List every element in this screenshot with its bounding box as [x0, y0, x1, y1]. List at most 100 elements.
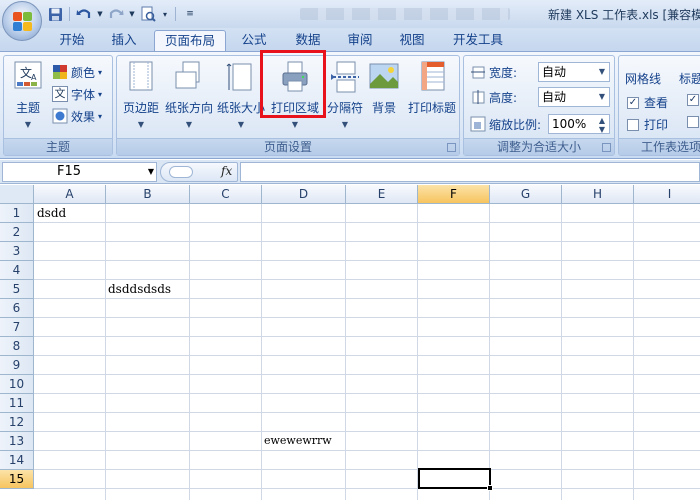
column-header-c[interactable]: C	[190, 185, 262, 204]
tab-home[interactable]: 开始	[52, 30, 92, 52]
ribbon: 文A 主题 ▼ 颜色 ▾ 文 字体 ▾ 效果 ▾ 主题 页边距 ▼ 纸张方向 ▼…	[0, 51, 700, 159]
toolbar-separator	[175, 7, 176, 21]
height-label-row: 高度:	[470, 87, 517, 107]
row-header-14[interactable]: 14	[0, 451, 34, 470]
gridlines-print-label: 打印	[644, 118, 669, 132]
customize-more-icon[interactable]: ≡	[181, 5, 199, 23]
scale-group-label: 调整为合适大小	[464, 138, 614, 155]
column-header-a[interactable]: A	[34, 185, 106, 204]
tab-formulas[interactable]: 公式	[234, 30, 274, 52]
gridline	[633, 204, 634, 500]
scale-launcher-icon[interactable]	[602, 143, 611, 152]
gridline	[34, 279, 700, 280]
row-header-10[interactable]: 10	[0, 375, 34, 394]
gridline	[261, 204, 262, 500]
gridlines-print-checkbox[interactable]: 打印	[627, 116, 668, 133]
background-button[interactable]: 背景	[367, 60, 401, 116]
size-button[interactable]: 纸张大小 ▼	[217, 60, 265, 129]
redo-dropdown-icon[interactable]: ▼	[128, 5, 136, 23]
expand-toggle-icon[interactable]	[169, 166, 193, 178]
row-header-12[interactable]: 12	[0, 413, 34, 432]
tab-insert[interactable]: 插入	[104, 30, 144, 52]
undo-icon[interactable]	[75, 5, 93, 23]
save-icon[interactable]	[46, 5, 64, 23]
chevron-down-icon[interactable]: ▼	[148, 163, 154, 181]
column-header-h[interactable]: H	[562, 185, 634, 204]
print-titles-icon	[416, 60, 448, 94]
gridline	[34, 412, 700, 413]
insert-function-icon[interactable]: fx	[221, 164, 232, 178]
cell-a1[interactable]: dsdd	[37, 206, 66, 220]
column-header-i[interactable]: I	[634, 185, 700, 204]
row-header-11[interactable]: 11	[0, 394, 34, 413]
sheet-options-group-label: 工作表选项	[619, 138, 700, 155]
print-preview-icon[interactable]	[139, 5, 157, 23]
row-header-13[interactable]: 13	[0, 432, 34, 451]
row-header-5[interactable]: 5	[0, 280, 34, 299]
fonts-icon: 文	[52, 86, 68, 102]
redo-icon[interactable]	[107, 5, 125, 23]
column-header-e[interactable]: E	[346, 185, 418, 204]
gridlines-view-checkbox[interactable]: ✓ 查看	[627, 94, 668, 111]
theme-fonts-button[interactable]: 文 字体 ▾	[52, 84, 102, 104]
window-title: 新建 XLS 工作表.xls [兼容模	[548, 8, 700, 22]
row-header-1[interactable]: 1	[0, 204, 34, 223]
checkmark-icon: ✓	[627, 96, 639, 109]
print-titles-button[interactable]: 打印标题	[405, 60, 459, 116]
themes-label: 主题	[15, 101, 40, 115]
effects-icon	[52, 108, 68, 124]
column-header-g[interactable]: G	[490, 185, 562, 204]
themes-button[interactable]: 文A 主题 ▼	[8, 60, 48, 129]
row-header-7[interactable]: 7	[0, 318, 34, 337]
checkbox-empty-icon	[687, 116, 699, 128]
gridline	[34, 355, 700, 356]
chevron-down-icon: ▼	[598, 67, 606, 76]
orientation-button[interactable]: 纸张方向 ▼	[165, 60, 213, 129]
chevron-down-icon: ▼	[341, 120, 349, 129]
tab-review[interactable]: 审阅	[340, 30, 380, 52]
gridline	[34, 393, 700, 394]
margins-button[interactable]: 页边距 ▼	[119, 60, 163, 129]
tab-developer[interactable]: 开发工具	[446, 30, 510, 52]
fill-handle[interactable]	[487, 485, 493, 491]
scale-label-row: 缩放比例:	[470, 114, 541, 134]
headings-print-checkbox[interactable]	[687, 116, 699, 128]
column-header-f[interactable]: F	[418, 185, 490, 204]
background-icon	[368, 60, 400, 94]
row-header-9[interactable]: 9	[0, 356, 34, 375]
scale-value: 100%	[552, 117, 587, 131]
row-header-8[interactable]: 8	[0, 337, 34, 356]
stepper-arrows-icon[interactable]: ▲ ▼	[595, 115, 609, 134]
theme-effects-button[interactable]: 效果 ▾	[52, 106, 102, 126]
cell-d13[interactable]: ewewewrrw	[264, 434, 332, 447]
breaks-button[interactable]: 分隔符 ▼	[323, 60, 367, 129]
undo-dropdown-icon[interactable]: ▼	[96, 5, 104, 23]
scale-stepper[interactable]: 100% ▲ ▼	[548, 114, 610, 134]
row-header-3[interactable]: 3	[0, 242, 34, 261]
select-all-corner[interactable]	[0, 185, 34, 204]
tab-page-layout[interactable]: 页面布局	[154, 30, 226, 52]
active-cell-f15[interactable]	[418, 468, 491, 489]
tab-view[interactable]: 视图	[392, 30, 432, 52]
row-header-6[interactable]: 6	[0, 299, 34, 318]
chevron-down-icon: ▼	[185, 120, 193, 129]
headings-view-checkbox[interactable]: ✓	[687, 94, 699, 106]
customize-toolbar-icon[interactable]: ▾	[160, 5, 170, 23]
worksheet-grid[interactable]: A B C D E F G H I 1 2 3 4 5 6 7 8 9 10 1…	[0, 185, 700, 500]
row-header-2[interactable]: 2	[0, 223, 34, 242]
theme-colors-button[interactable]: 颜色 ▾	[52, 62, 102, 82]
height-select[interactable]: 自动 ▼	[538, 87, 610, 107]
orientation-label: 纸张方向	[165, 101, 214, 115]
office-button[interactable]	[2, 1, 42, 41]
name-box[interactable]: F15 ▼	[2, 162, 157, 182]
row-header-15[interactable]: 15	[0, 470, 34, 489]
tab-data[interactable]: 数据	[288, 30, 328, 52]
print-area-highlight-box	[260, 50, 326, 118]
formula-input[interactable]	[240, 162, 700, 182]
column-header-d[interactable]: D	[262, 185, 346, 204]
width-select[interactable]: 自动 ▼	[538, 62, 610, 82]
column-header-b[interactable]: B	[106, 185, 190, 204]
cell-b5[interactable]: dsddsdsds	[108, 282, 171, 296]
row-header-4[interactable]: 4	[0, 261, 34, 280]
page-setup-launcher-icon[interactable]	[447, 143, 456, 152]
